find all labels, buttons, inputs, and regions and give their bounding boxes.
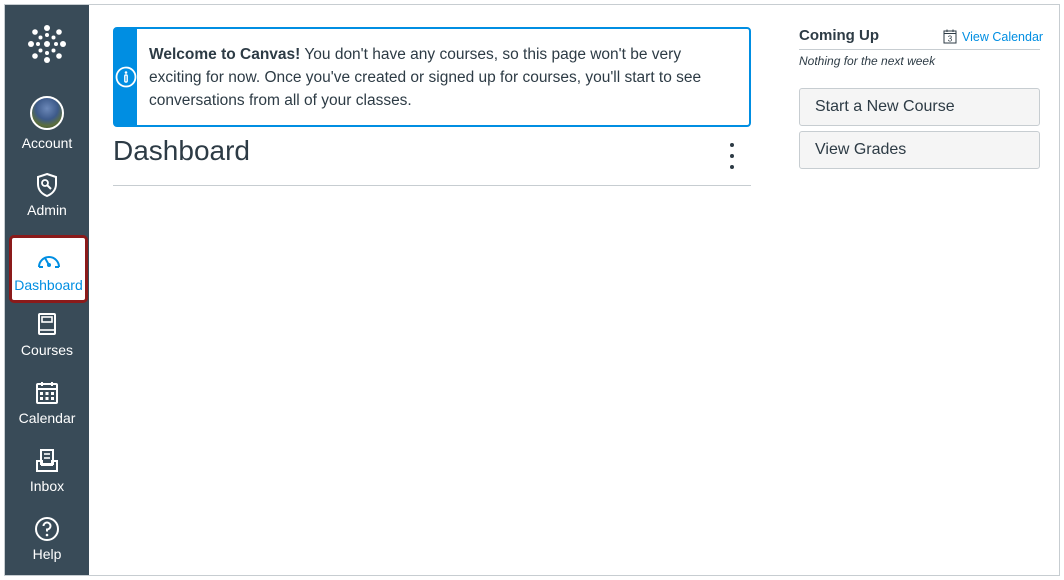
canvas-logo[interactable] [5, 5, 89, 83]
avatar [29, 95, 65, 131]
calendar-icon [33, 379, 61, 407]
view-calendar-link[interactable]: 3 View Calendar [943, 29, 1043, 44]
title-divider [113, 185, 751, 186]
nav-item-inbox[interactable]: Inbox [5, 447, 89, 515]
book-icon [33, 311, 61, 339]
nav-item-admin[interactable]: Admin [5, 171, 89, 239]
canvas-logo-icon [28, 25, 66, 63]
welcome-alert: Welcome to Canvas! You don't have any co… [113, 27, 751, 127]
nav-item-help[interactable]: Help [5, 515, 89, 575]
nav-item-account[interactable]: Account [5, 95, 89, 163]
nav-item-label: Account [21, 135, 73, 151]
help-icon [33, 515, 61, 543]
nav-item-calendar[interactable]: Calendar [5, 379, 89, 447]
kebab-menu-icon [730, 165, 734, 169]
global-nav: Account Admin Dashboard Courses Calendar… [5, 5, 89, 575]
nav-item-label: Admin [27, 202, 67, 218]
view-grades-button[interactable]: View Grades [799, 131, 1040, 169]
alert-heading: Welcome to Canvas! [149, 46, 301, 63]
alert-icon-bar [115, 29, 137, 125]
coming-up-divider [799, 49, 1040, 50]
nav-item-label: Help [32, 546, 62, 562]
view-grades-label: View Grades [815, 141, 907, 158]
view-calendar-label: View Calendar [962, 29, 1044, 44]
speedometer-icon [35, 246, 63, 274]
nav-item-label: Inbox [29, 478, 65, 494]
kebab-menu-icon [730, 154, 734, 158]
start-new-course-label: Start a New Course [815, 98, 955, 115]
calendar-icon: 3 [943, 29, 957, 44]
app-window: Account Admin Dashboard Courses Calendar… [4, 4, 1060, 576]
calendar-day-number: 3 [948, 35, 953, 44]
nav-item-label: Courses [20, 342, 74, 358]
alert-message: Welcome to Canvas! You don't have any co… [137, 29, 749, 125]
start-new-course-button[interactable]: Start a New Course [799, 88, 1040, 126]
page-title: Dashboard [113, 135, 250, 166]
shield-wrench-icon [33, 171, 61, 199]
nav-item-label: Dashboard [14, 277, 83, 293]
inbox-icon [33, 447, 61, 475]
info-icon [115, 66, 137, 88]
coming-up-heading: Coming Up [799, 27, 879, 44]
kebab-menu-icon [730, 143, 734, 147]
dashboard-options-button[interactable] [721, 141, 743, 171]
nav-item-dashboard[interactable]: Dashboard [9, 235, 88, 303]
nav-item-courses[interactable]: Courses [5, 311, 89, 379]
coming-up-empty-text: Nothing for the next week [799, 54, 936, 68]
nav-item-label: Calendar [18, 410, 76, 426]
